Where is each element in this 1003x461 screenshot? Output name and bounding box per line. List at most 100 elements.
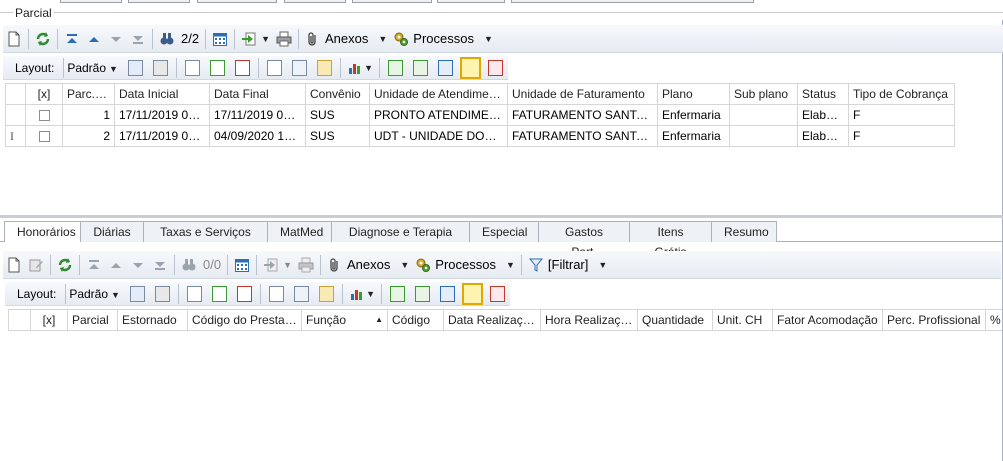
layout-save-icon[interactable]: [129, 285, 145, 302]
col-data-realizacao[interactable]: Data Realização: [443, 309, 541, 331]
refresh-icon[interactable]: [32, 28, 54, 50]
print-icon[interactable]: [273, 28, 295, 50]
new-icon[interactable]: [3, 28, 25, 50]
cell-sub-plano[interactable]: [729, 104, 798, 126]
filter-icon[interactable]: [319, 285, 335, 302]
col-perc-profissional[interactable]: Perc. Profissional: [882, 309, 986, 331]
col-unidade-faturamento[interactable]: Unidade de Faturamento: [507, 83, 658, 105]
last-record-icon[interactable]: [149, 254, 171, 276]
cell-convenio[interactable]: SUS: [305, 104, 370, 126]
tab-itens-gratis[interactable]: Itens Grátis: [629, 221, 712, 259]
import-layout-icon[interactable]: [210, 59, 226, 76]
view-grid-icon[interactable]: [389, 285, 406, 302]
col-quantidade[interactable]: Quantidade: [637, 309, 713, 331]
col-fator-acomodacao[interactable]: Fator Acomodação: [772, 309, 883, 331]
col-codigo-prestador[interactable]: Código do Prestador: [187, 309, 302, 331]
cell-tipo-cobranca[interactable]: F: [848, 104, 955, 126]
cell-status[interactable]: Elabor...: [797, 125, 849, 147]
cell-unidade-faturamento[interactable]: FATURAMENTO SANTA CASA: [507, 104, 658, 126]
cell-plano[interactable]: Enfermaria: [657, 125, 730, 147]
find-icon[interactable]: [156, 28, 178, 50]
tab-taxas-servicos[interactable]: Taxas e Serviços: [143, 221, 268, 242]
panel-splitter[interactable]: [0, 215, 1003, 218]
col-select-all[interactable]: [x]: [30, 309, 68, 331]
row-checkbox[interactable]: [25, 125, 63, 147]
cell-data-final[interactable]: 04/09/2020 15:55: [209, 125, 306, 147]
col-sub-plano[interactable]: Sub plano: [729, 83, 798, 105]
edit-icon[interactable]: [25, 254, 47, 276]
filtrar-button[interactable]: [Filtrar] ▼: [525, 254, 610, 276]
export-icon[interactable]: ▼: [238, 28, 273, 50]
view-list-icon[interactable]: [413, 59, 429, 76]
col-unidade-atendimento[interactable]: Unidade de Atendimento: [369, 83, 508, 105]
grid-settings-icon[interactable]: [186, 285, 203, 302]
export-icon[interactable]: ▼: [260, 254, 295, 276]
col-data-final[interactable]: Data Final: [209, 83, 306, 105]
cell-unidade-faturamento[interactable]: FATURAMENTO SANTA CASA: [507, 125, 658, 147]
col-funcao[interactable]: Função ▲: [301, 309, 388, 331]
anexos-button[interactable]: Anexos ▼: [324, 254, 412, 276]
calendar-icon[interactable]: [209, 28, 231, 50]
layout-delete-icon[interactable]: [152, 59, 169, 76]
view-grid-icon[interactable]: [387, 59, 404, 76]
layout-select[interactable]: Padrão ▼: [67, 61, 118, 75]
tab-gastos-part[interactable]: Gastos Part.: [538, 221, 630, 259]
cell-parcela[interactable]: 2: [62, 125, 115, 147]
view-detail-icon[interactable]: [440, 285, 456, 302]
sum-icon[interactable]: [294, 285, 310, 302]
col-parcela[interactable]: Parc... ▲: [62, 83, 115, 105]
calendar-icon[interactable]: [231, 254, 253, 276]
view-report-icon[interactable]: [487, 59, 503, 76]
view-card-icon[interactable]: [462, 282, 483, 305]
cell-convenio[interactable]: SUS: [305, 125, 370, 147]
print-icon[interactable]: [295, 254, 317, 276]
columns-icon[interactable]: [267, 59, 283, 76]
layout-select[interactable]: Padrão ▼: [69, 287, 120, 301]
cell-parcela[interactable]: 1: [62, 104, 115, 126]
previous-record-icon[interactable]: [83, 28, 105, 50]
cell-data-inicial[interactable]: 17/11/2019 08:46: [114, 104, 210, 126]
chart-icon[interactable]: ▼: [346, 283, 378, 305]
view-list-icon[interactable]: [415, 285, 431, 302]
export-layout-icon[interactable]: [237, 285, 253, 302]
col-data-inicial[interactable]: Data Inicial: [114, 83, 210, 105]
tab-diagnose-terapia[interactable]: Diagnose e Terapia: [331, 221, 470, 242]
cell-data-final[interactable]: 17/11/2019 08:46: [209, 104, 306, 126]
grid-settings-icon[interactable]: [184, 59, 201, 76]
cell-unidade-atendimento[interactable]: PRONTO ATENDIMENTO: [369, 104, 508, 126]
next-record-icon[interactable]: [105, 28, 127, 50]
cell-plano[interactable]: Enfermaria: [657, 104, 730, 126]
first-record-icon[interactable]: [61, 28, 83, 50]
chart-icon[interactable]: ▼: [344, 57, 376, 79]
table-row[interactable]: I 2 17/11/2019 08:46 04/09/2020 15:55 SU…: [5, 125, 955, 147]
columns-icon[interactable]: [269, 285, 285, 302]
tab-resumo[interactable]: Resumo: [711, 221, 777, 242]
table-row[interactable]: 1 17/11/2019 08:46 17/11/2019 08:46 SUS …: [5, 104, 955, 126]
sum-icon[interactable]: [292, 59, 308, 76]
col-tipo-cobranca[interactable]: Tipo de Cobrança: [848, 83, 955, 105]
anexos-button[interactable]: Anexos ▼: [302, 28, 390, 50]
find-icon[interactable]: [178, 254, 200, 276]
row-checkbox[interactable]: [25, 104, 63, 126]
tab-honorarios[interactable]: Honorários: [4, 221, 81, 242]
cell-unidade-atendimento[interactable]: UDT - UNIDADE DOR TO...: [369, 125, 508, 147]
tab-matmed[interactable]: MatMed: [267, 221, 332, 242]
tab-especial[interactable]: Especial: [469, 221, 539, 242]
cell-status[interactable]: Elabor...: [797, 104, 849, 126]
cell-data-inicial[interactable]: 17/11/2019 08:46: [114, 125, 210, 147]
next-record-icon[interactable]: [127, 254, 149, 276]
view-report-icon[interactable]: [489, 285, 505, 302]
cell-tipo-cobranca[interactable]: F: [848, 125, 955, 147]
filter-icon[interactable]: [317, 59, 333, 76]
new-icon[interactable]: [3, 254, 25, 276]
export-layout-icon[interactable]: [235, 59, 251, 76]
refresh-icon[interactable]: [54, 254, 76, 276]
view-detail-icon[interactable]: [438, 59, 454, 76]
import-layout-icon[interactable]: [212, 285, 228, 302]
last-record-icon[interactable]: [127, 28, 149, 50]
layout-delete-icon[interactable]: [154, 285, 171, 302]
col-parcial[interactable]: Parcial: [67, 309, 118, 331]
layout-save-icon[interactable]: [127, 59, 143, 76]
previous-record-icon[interactable]: [105, 254, 127, 276]
col-codigo[interactable]: Código: [387, 309, 444, 331]
